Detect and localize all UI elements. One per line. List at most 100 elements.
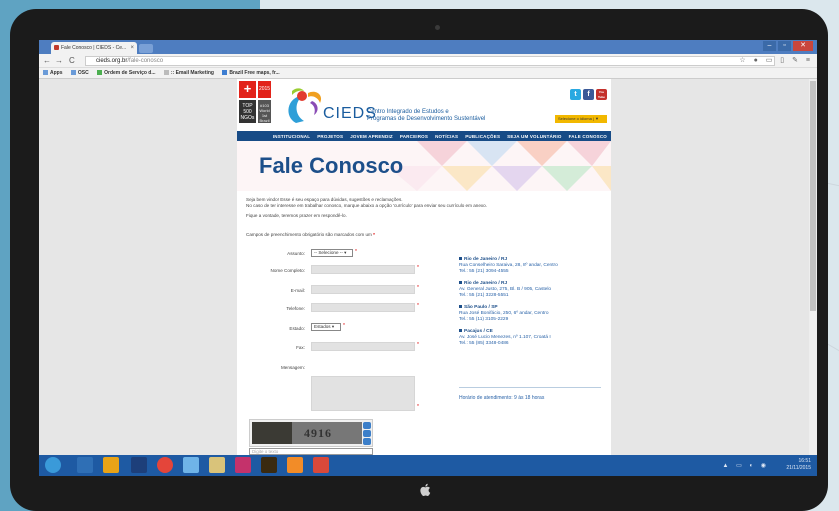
reload-button[interactable]: C — [69, 55, 75, 67]
site-header: + 2015 TOP 500 NGOs #103 World 1st Brazi… — [237, 79, 611, 131]
required-star: * — [343, 323, 345, 329]
camera — [435, 25, 440, 30]
outlook-icon[interactable] — [103, 457, 119, 473]
plus-badge: + — [239, 81, 256, 98]
folder-icon — [70, 70, 76, 75]
required-star: * — [355, 249, 357, 255]
captcha-box: 4916 — [249, 419, 373, 447]
menu-item-parceiros[interactable]: PARCEIROS — [400, 134, 428, 139]
url-path: /fale-conosco — [127, 58, 164, 64]
pdf-icon[interactable] — [313, 457, 329, 473]
ie-icon[interactable] — [45, 457, 61, 473]
menu-item-fale-conosco[interactable]: FALE CONOSCO — [569, 134, 607, 139]
bookmark-email[interactable]: :: Email Marketing — [163, 70, 214, 76]
captcha-photo — [252, 422, 292, 444]
page-banner: Fale Conosco — [237, 141, 611, 191]
screen: Fale Conosco | CIEDS - Ce... × – ▫ ✕ ← →… — [39, 40, 817, 476]
app-icon[interactable] — [287, 457, 303, 473]
fax-label: Fax: — [296, 345, 305, 350]
year-badge: 2015 — [258, 81, 271, 98]
page-title: Fale Conosco — [259, 153, 404, 178]
google-icon — [97, 70, 103, 75]
divider — [459, 387, 601, 388]
site-content: + 2015 TOP 500 NGOs #103 World 1st Brazi… — [237, 79, 611, 455]
back-button[interactable]: ← — [43, 55, 51, 67]
captcha-refresh-icon[interactable] — [363, 422, 371, 429]
url-domain: cieds.org.br — [96, 58, 128, 64]
tray-icons[interactable]: ▲ ▭ ◐ ◉ — [723, 462, 769, 469]
bullet-icon — [459, 305, 462, 308]
chrome-icon[interactable] — [157, 457, 173, 473]
bookmark-apps[interactable]: Apps — [43, 70, 63, 76]
menu-item-institucional[interactable]: INSTITUCIONAL — [273, 134, 310, 139]
folder-icon[interactable] — [209, 457, 225, 473]
scrollbar-thumb[interactable] — [810, 81, 816, 311]
menu-item-voluntario[interactable]: SEJA UM VOLUNTÁRIO — [507, 134, 561, 139]
new-tab-button[interactable] — [139, 44, 153, 53]
browser-tab[interactable]: Fale Conosco | CIEDS - Ce... × — [51, 42, 137, 54]
bookmark-maps[interactable]: Brazil Free maps, fr... — [222, 70, 280, 76]
menu-item-jovem-aprendiz[interactable]: JOVEM APRENDIZ — [350, 134, 393, 139]
page-scrollbar[interactable] — [809, 79, 817, 455]
forward-button[interactable]: → — [55, 55, 63, 67]
bookmark-ordem[interactable]: Ordem de Serviço d... — [97, 70, 156, 76]
captcha-audio-icon[interactable] — [363, 430, 371, 437]
indesign-icon[interactable] — [235, 457, 251, 473]
captcha-image: 4916 — [252, 422, 362, 444]
assunto-select[interactable]: -- Selecione -- ▾ — [311, 249, 353, 257]
email-input[interactable] — [311, 285, 415, 294]
address-bar[interactable]: cieds.org.br/fale-conosco — [85, 56, 775, 66]
language-select[interactable]: Selecione o idioma | ▼ — [555, 115, 607, 123]
required-star: * — [417, 265, 419, 271]
app-icon[interactable] — [183, 457, 199, 473]
page-icon — [163, 70, 169, 75]
illustrator-icon[interactable] — [261, 457, 277, 473]
youtube-icon[interactable]: You Tube — [596, 89, 607, 100]
nome-label: Nome Completo: — [270, 268, 305, 273]
page-viewport: + 2015 TOP 500 NGOs #103 World 1st Brazi… — [39, 79, 809, 455]
social-links: t f You Tube — [570, 89, 607, 100]
photoshop-icon[interactable] — [131, 457, 147, 473]
address-rio-1: Rio de Janeiro / RJ Rua Conselheiro Sara… — [459, 257, 558, 274]
explorer-icon[interactable] — [77, 457, 93, 473]
telefone-input[interactable] — [311, 303, 415, 312]
bookmark-osc[interactable]: OSC — [70, 70, 89, 76]
map-icon — [222, 70, 228, 75]
extension-icons[interactable]: ☆ ● ▭ ▯ ✎ ≡ — [739, 56, 813, 64]
estado-label: Estado: — [289, 326, 305, 331]
bullet-icon — [459, 281, 462, 284]
address-sao-paulo: São Paulo / SP Rua José Bonifácio, 250, … — [459, 305, 549, 322]
estado-select[interactable]: Estados ▾ — [311, 323, 341, 331]
bookmarks-bar: Apps OSC Ordem de Serviço d... :: Email … — [39, 68, 817, 79]
tab-close-icon[interactable]: × — [130, 42, 134, 54]
nome-input[interactable] — [311, 265, 415, 274]
system-clock[interactable]: 16:51 21/11/2015 — [786, 458, 811, 472]
required-star: * — [417, 342, 419, 348]
minimize-button[interactable]: – — [763, 41, 776, 51]
opening-hours: Horário de atendimento: 9 às 18 horas — [459, 395, 545, 401]
mensagem-label: Mensagem: — [280, 365, 305, 370]
captcha-help-icon[interactable] — [363, 438, 371, 445]
tab-title: Fale Conosco | CIEDS - Ce... — [61, 45, 127, 51]
menu-item-noticias[interactable]: NOTÍCIAS — [435, 134, 458, 139]
menu-item-projetos[interactable]: PROJETOS — [317, 134, 343, 139]
email-label: E-mail: — [290, 288, 305, 293]
left-background-photo — [39, 79, 237, 455]
browser-toolbar: ← → C cieds.org.br/fale-conosco ☆ ● ▭ ▯ … — [39, 54, 817, 68]
maximize-button[interactable]: ▫ — [778, 41, 791, 51]
intro-text: Seja bem vindo! Esse é seu espaço para d… — [246, 197, 488, 208]
mensagem-textarea[interactable] — [311, 376, 415, 411]
captcha-input[interactable]: Digite o texto — [249, 448, 373, 455]
favicon-icon — [54, 45, 59, 50]
menu-item-publicacoes[interactable]: PUBLICAÇÕES — [465, 134, 500, 139]
cieds-logo-icon[interactable] — [282, 87, 326, 123]
rank-badge: #103 World 1st Brazil — [258, 100, 271, 123]
right-background-photo — [611, 79, 809, 455]
required-note: Campos de preenchimento obrigatório são … — [246, 232, 375, 237]
telefone-label: Telefone: — [286, 306, 305, 311]
close-window-button[interactable]: ✕ — [793, 41, 813, 51]
fax-input[interactable] — [311, 342, 415, 351]
twitter-icon[interactable]: t — [570, 89, 581, 100]
address-pacajus: Pacajus / CE Av. José Lucio Menezes, nº … — [459, 329, 551, 346]
facebook-icon[interactable]: f — [583, 89, 594, 100]
